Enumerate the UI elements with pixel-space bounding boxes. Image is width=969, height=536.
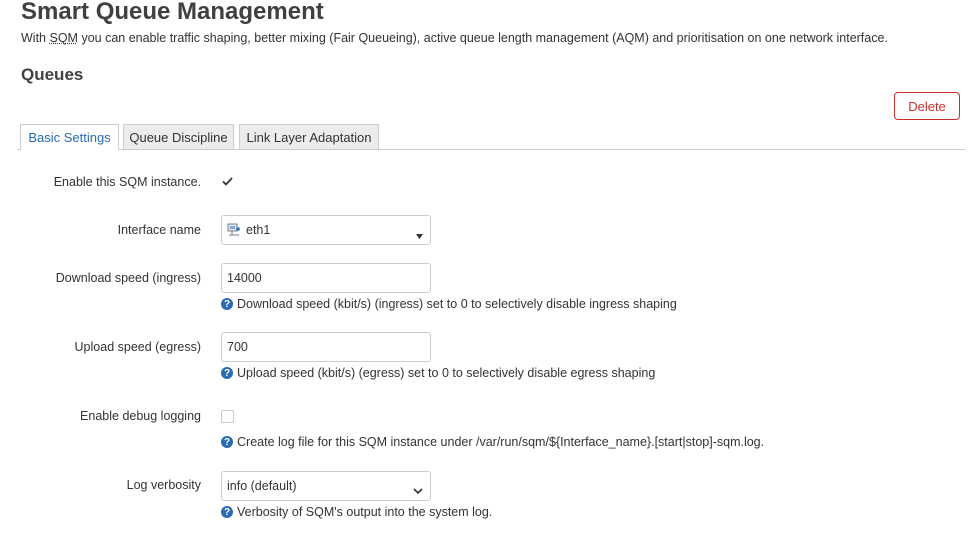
upload-speed-input[interactable]: 700 [221, 332, 431, 362]
page-description: With SQM you can enable traffic shaping,… [21, 31, 888, 45]
help-icon: ? [221, 436, 233, 448]
upload-speed-label: Upload speed (egress) [74, 340, 201, 354]
delete-button[interactable]: Delete [894, 92, 960, 120]
download-speed-input[interactable]: 14000 [221, 263, 431, 293]
page-title: Smart Queue Management [21, 0, 324, 25]
caret-down-icon [416, 226, 423, 244]
log-verbosity-help: ? Verbosity of SQM's output into the syst… [221, 505, 492, 519]
debug-logging-help: ? Create log file for this SQM instance u… [221, 435, 764, 449]
log-verbosity-select[interactable]: info (default) [221, 471, 431, 501]
upload-speed-help: ? Upload speed (kbit/s) (egress) set to 0… [221, 366, 655, 380]
network-interface-icon [227, 223, 241, 237]
download-speed-help: ? Download speed (kbit/s) (ingress) set t… [221, 297, 677, 311]
help-icon: ? [221, 298, 233, 310]
upload-speed-help-text: Upload speed (kbit/s) (egress) set to 0 … [237, 366, 656, 380]
download-speed-help-text: Download speed (kbit/s) (ingress) set to… [237, 297, 677, 311]
description-prefix: With [21, 31, 50, 45]
enable-sqm-label: Enable this SQM instance. [53, 175, 201, 189]
tab-link-layer-adaptation[interactable]: Link Layer Adaptation [239, 124, 379, 149]
log-verbosity-value: info (default) [227, 479, 297, 493]
log-verbosity-help-text: Verbosity of SQM's output into the syste… [237, 505, 493, 519]
section-title: Queues [21, 65, 84, 84]
tab-bar: Basic Settings Queue Discipline Link Lay… [17, 124, 965, 150]
interface-select[interactable]: eth1 [221, 215, 431, 245]
help-icon: ? [221, 506, 233, 518]
interface-name-label: Interface name [117, 223, 201, 237]
debug-logging-help-text: Create log file for this SQM instance un… [237, 435, 765, 449]
chevron-down-icon [413, 482, 423, 500]
tab-queue-discipline[interactable]: Queue Discipline [123, 124, 234, 149]
log-verbosity-label: Log verbosity [126, 478, 201, 492]
interface-value: eth1 [246, 223, 271, 237]
debug-logging-checkbox[interactable] [221, 410, 234, 423]
description-text: you can enable traffic shaping, better m… [77, 31, 888, 45]
download-speed-label: Download speed (ingress) [55, 271, 201, 285]
checkmark-icon [222, 177, 233, 186]
sqm-abbreviation: SQM [49, 31, 78, 45]
debug-logging-label: Enable debug logging [80, 409, 201, 423]
enable-sqm-checkbox[interactable] [221, 175, 234, 188]
help-icon: ? [221, 367, 233, 379]
tab-basic-settings[interactable]: Basic Settings [20, 124, 119, 150]
